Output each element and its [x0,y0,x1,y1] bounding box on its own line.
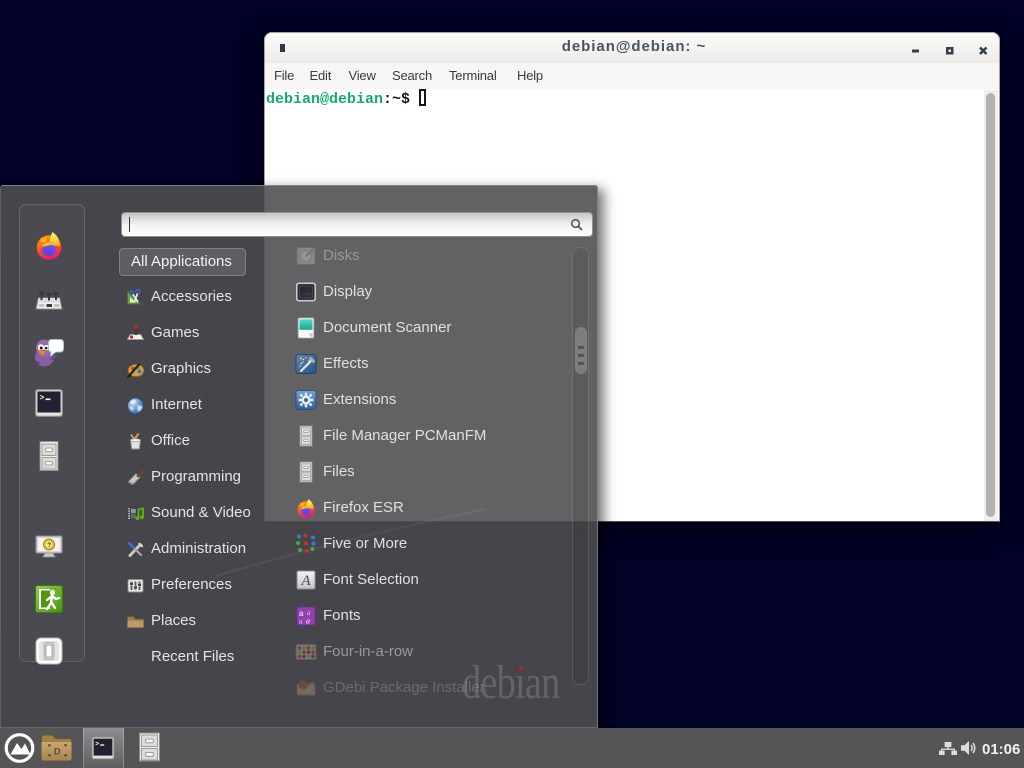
svg-text:a: a [306,617,310,626]
svg-text:>: > [95,741,99,748]
svg-text:?: ? [47,542,51,549]
svg-text:A: A [300,573,311,589]
svg-text:D: D [54,747,61,757]
svg-text:>: > [40,394,45,403]
